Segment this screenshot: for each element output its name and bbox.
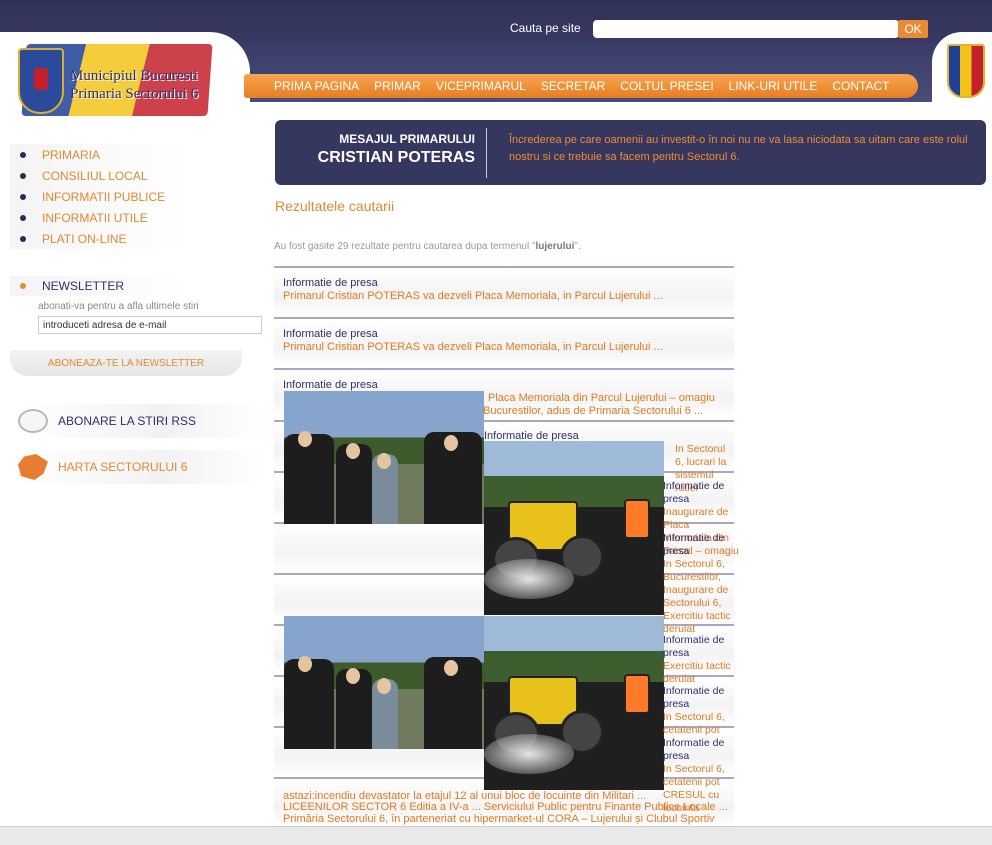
page: { "header": { "logo_line1": "Municipiul … — [0, 0, 992, 845]
nav-link-uri-utile[interactable]: LINK-URI UTILE — [729, 79, 818, 93]
nav-contact[interactable]: CONTACT — [832, 79, 889, 93]
page-title: Rezultatele cautarii — [275, 198, 395, 214]
newsletter-subscribe-button[interactable]: ABONEAZA-TE LA NEWSLETTER — [10, 350, 242, 376]
face — [346, 443, 360, 459]
search-term: lujerului — [535, 241, 575, 252]
result-link[interactable]: Bucurestilor, adus de Primaria Sectorulu… — [483, 405, 703, 417]
bullet-icon — [20, 214, 26, 221]
sidebar-item-label: INFORMATII PUBLICE — [42, 189, 166, 204]
result-link[interactable]: Placa Memoriala din Parcul Lujerului – o… — [488, 392, 715, 404]
steam — [484, 559, 574, 599]
sidebar-item-label: PRIMARIA — [42, 147, 101, 162]
result-link[interactable]: Exercitiu tactic derulat — [663, 660, 739, 686]
search-button[interactable]: OK — [898, 20, 928, 38]
result-category: Informatie de presa — [663, 480, 725, 505]
nav-viceprimarul[interactable]: VICEPRIMARUL — [436, 79, 526, 93]
face — [377, 678, 391, 694]
map-icon — [18, 454, 48, 480]
person-figure — [284, 434, 334, 524]
divider — [486, 128, 487, 178]
search-input[interactable] — [593, 20, 899, 38]
sector-map-link[interactable]: HARTA SECTORULUI 6 — [18, 450, 262, 484]
map-label: HARTA SECTORULUI 6 — [58, 460, 188, 474]
bullet-icon — [20, 283, 26, 289]
steam — [484, 734, 574, 774]
sidebar-item-primaria[interactable]: PRIMARIA — [10, 144, 260, 165]
logo-line2[interactable]: Primaria Sectorului 6 — [70, 86, 198, 103]
face — [444, 435, 458, 451]
ceremony-photo[interactable] — [284, 391, 484, 524]
newsletter-heading: NEWSLETTER — [10, 276, 260, 296]
road-work-photo[interactable] — [484, 441, 664, 615]
bullet-icon — [20, 151, 26, 158]
speech-bubble-icon — [18, 409, 48, 433]
result-category: Informatie de presa — [283, 328, 378, 340]
mayor-message-text: Încrederea pe care oamenii au investit-o… — [509, 134, 968, 163]
newsletter-email-field[interactable] — [38, 316, 262, 334]
result-category: Informatie de presa — [663, 634, 725, 659]
sidebar-item-consiliul-local[interactable]: CONSILIUL LOCAL — [10, 165, 260, 186]
main-nav: PRIMA PAGINA PRIMAR VICEPRIMARUL SECRETA… — [244, 74, 918, 98]
mayor-name: CRISTIAN POTERAS — [317, 149, 475, 166]
sidebar-item-label: PLATI ON-LINE — [42, 231, 127, 246]
result-category: Informatie de presa — [283, 277, 378, 289]
nav-coltul-presei[interactable]: COLTUL PRESEI — [620, 79, 713, 93]
face — [298, 431, 312, 447]
mayor-message-heading: MESAJUL PRIMARULUI — [339, 132, 475, 146]
nav-primar[interactable]: PRIMAR — [374, 79, 421, 93]
result-link[interactable]: In Sectorul 6, Bucurestilor, Inaugurare … — [663, 558, 739, 636]
nav-prima-pagina[interactable]: PRIMA PAGINA — [274, 79, 359, 93]
sidebar-item-label: CONSILIUL LOCAL — [42, 168, 148, 183]
rss-subscribe-link[interactable]: ABONARE LA STIRI RSS — [18, 404, 262, 438]
sidebar-item-label: INFORMATII UTILE — [42, 210, 148, 225]
bullet-icon — [20, 235, 26, 242]
result-link[interactable]: In Sectorul 6, cetatenii pot — [663, 711, 739, 737]
sidebar-menu: PRIMARIA CONSILIUL LOCAL INFORMATII PUBL… — [10, 144, 260, 249]
result-link[interactable]: Primarul Cristian POTERAS va dezveli Pla… — [283, 290, 663, 302]
result-category: Informatie de presa — [283, 379, 378, 391]
face — [377, 453, 391, 469]
bullet-icon — [20, 193, 26, 200]
result-category: Informatie de presa — [663, 685, 725, 710]
face — [298, 656, 312, 672]
worker — [624, 674, 650, 714]
person-figure — [284, 659, 334, 749]
sidebar-item-plati-online[interactable]: PLATI ON-LINE — [10, 228, 260, 249]
bullet-icon — [20, 172, 26, 179]
result-link[interactable]: Primăria Sectorului 6, în parteneriat cu… — [283, 813, 715, 825]
results-count-prefix: Au fost gasite 29 rezultate pentru cauta… — [274, 241, 536, 252]
logo-line1[interactable]: Municipiul Bucuresti — [70, 68, 198, 85]
result-link[interactable]: LICEENILOR SECTOR 6 Editia a IV-a ... Se… — [283, 801, 728, 813]
result-category: Informatie de presa — [663, 737, 725, 762]
search-label: Cauta pe site — [510, 21, 581, 35]
face — [444, 660, 458, 676]
sidebar-item-informatii-publice[interactable]: INFORMATII PUBLICE — [10, 186, 260, 207]
results-count: Au fost gasite 29 rezultate pentru cauta… — [274, 241, 581, 252]
newsletter-title: NEWSLETTER — [42, 279, 125, 293]
mayor-message-box: MESAJUL PRIMARULUI CRISTIAN POTERAS Încr… — [275, 120, 986, 185]
road-work-photo[interactable] — [484, 616, 664, 790]
face — [346, 668, 360, 684]
ceremony-photo[interactable] — [284, 616, 484, 749]
results-count-suffix: ". — [574, 241, 581, 252]
horizontal-scrollbar[interactable] — [0, 826, 992, 845]
nav-secretar[interactable]: SECRETAR — [541, 79, 605, 93]
result-link[interactable]: Primarul Cristian POTERAS va dezveli Pla… — [283, 341, 663, 353]
worker — [624, 499, 650, 539]
rss-label: ABONARE LA STIRI RSS — [58, 414, 197, 428]
newsletter-hint: abonati-va pentru a afla ultimele stiri — [38, 301, 199, 312]
sidebar-item-informatii-utile[interactable]: INFORMATII UTILE — [10, 207, 260, 228]
romania-crest-icon — [947, 44, 985, 98]
bucharest-crest-icon — [18, 48, 64, 114]
result-category: Informatie de presa — [663, 532, 725, 557]
